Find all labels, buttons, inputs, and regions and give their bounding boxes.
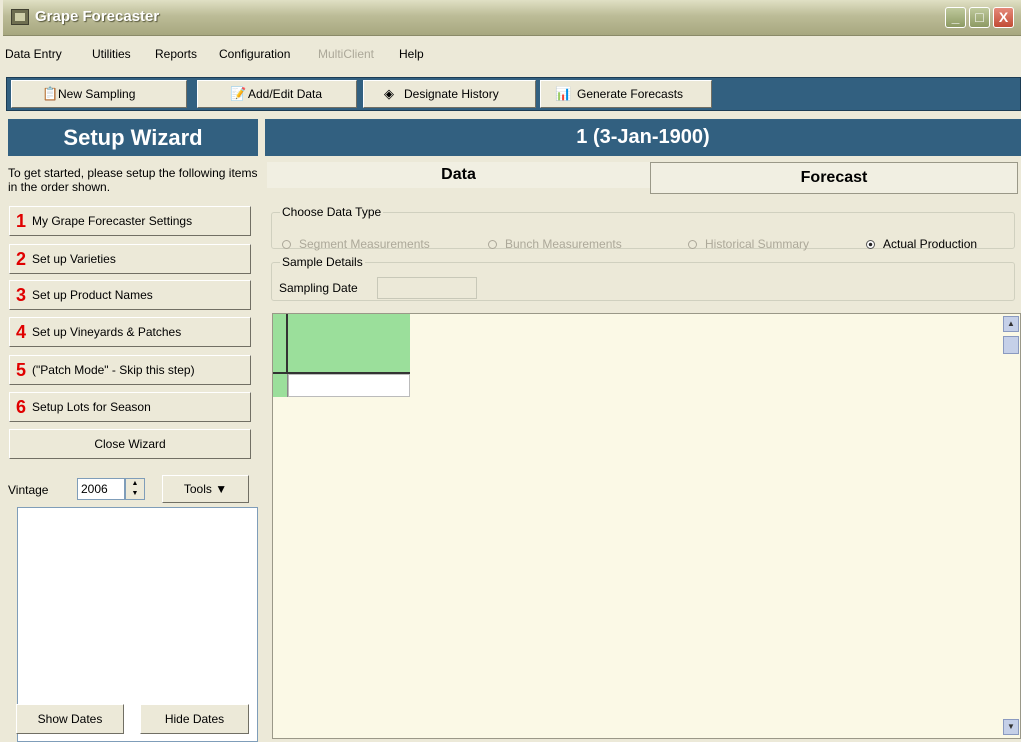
- forecast-icon: 📊: [555, 86, 572, 101]
- add-edit-data-label: Add/Edit Data: [248, 87, 323, 101]
- menu-utilities[interactable]: Utilities: [92, 47, 131, 61]
- window-title: Grape Forecaster: [35, 8, 160, 25]
- data-type-legend: Choose Data Type: [282, 205, 382, 219]
- wizard-step-4[interactable]: 4 Set up Vineyards & Patches: [9, 317, 251, 347]
- scroll-up-button[interactable]: ▲: [1003, 316, 1019, 332]
- scroll-down-button[interactable]: ▼: [1003, 719, 1019, 735]
- vintage-input[interactable]: 2006: [77, 478, 125, 500]
- menu-data-entry[interactable]: Data Entry: [5, 47, 62, 61]
- sample-details-legend: Sample Details: [282, 255, 363, 269]
- wizard-step-2[interactable]: 2 Set up Varieties: [9, 244, 251, 274]
- generate-forecasts-button[interactable]: 📊 Generate Forecasts: [540, 80, 712, 108]
- menu-reports[interactable]: Reports: [155, 47, 197, 61]
- tab-forecast[interactable]: Forecast: [650, 162, 1018, 194]
- data-grid[interactable]: ▲ ▼: [272, 313, 1021, 739]
- sampling-date-label: Sampling Date: [279, 281, 358, 295]
- minimize-button[interactable]: _: [945, 7, 966, 28]
- sampling-date-input[interactable]: [377, 277, 477, 299]
- tools-dropdown-button[interactable]: Tools ▼: [162, 475, 249, 503]
- radio-historical-summary[interactable]: Historical Summary: [688, 237, 809, 251]
- step-label: My Grape Forecaster Settings: [32, 214, 193, 228]
- new-sampling-button[interactable]: 📋 New Sampling: [11, 80, 187, 108]
- step-number: 2: [16, 249, 27, 269]
- step-label: Setup Lots for Season: [32, 400, 151, 414]
- show-dates-button[interactable]: Show Dates: [16, 704, 124, 734]
- data-type-group: Choose Data Type Segment Measurements Bu…: [271, 205, 1015, 251]
- designate-history-button[interactable]: ◈ Designate History: [363, 80, 536, 108]
- close-wizard-button[interactable]: Close Wizard: [9, 429, 251, 459]
- step-label: Set up Vineyards & Patches: [32, 325, 182, 339]
- main-panel: 1 (3-Jan-1900) Data Forecast Choose Data…: [265, 119, 1021, 742]
- wizard-step-1[interactable]: 1 My Grape Forecaster Settings: [9, 206, 251, 236]
- step-number: 3: [16, 285, 27, 305]
- menu-help[interactable]: Help: [399, 47, 424, 61]
- grid-cell[interactable]: [288, 374, 410, 397]
- scrollbar-thumb[interactable]: [1003, 336, 1019, 354]
- wizard-intro: To get started, please setup the followi…: [8, 166, 258, 194]
- wizard-step-6[interactable]: 6 Setup Lots for Season: [9, 392, 251, 422]
- step-number: 1: [16, 211, 27, 231]
- new-sampling-label: New Sampling: [58, 87, 136, 101]
- setup-wizard-panel: Setup Wizard To get started, please setu…: [6, 119, 258, 742]
- hide-dates-button[interactable]: Hide Dates: [140, 704, 249, 734]
- vintage-spinner[interactable]: ▲ ▼: [125, 478, 145, 500]
- diamond-icon: ◈: [384, 86, 394, 101]
- radio-dot: [282, 240, 291, 249]
- add-edit-data-button[interactable]: 📝 Add/Edit Data: [197, 80, 357, 108]
- step-label: ("Patch Mode" - Skip this step): [32, 363, 195, 377]
- radio-label: Bunch Measurements: [505, 237, 622, 251]
- step-label: Set up Varieties: [32, 252, 116, 266]
- menu-multiclient[interactable]: MultiClient: [318, 47, 374, 61]
- toolbar: 📋 New Sampling 📝 Add/Edit Data ◈ Designa…: [6, 77, 1021, 111]
- radio-dot: [688, 240, 697, 249]
- grid-corner-cell[interactable]: [273, 314, 288, 374]
- vintage-label: Vintage: [8, 483, 49, 497]
- title-bar[interactable]: Grape Forecaster _ □ X: [3, 0, 1021, 36]
- edit-icon: 📝: [230, 86, 247, 101]
- maximize-button[interactable]: □: [969, 7, 990, 28]
- wizard-step-5[interactable]: 5 ("Patch Mode" - Skip this step): [9, 355, 251, 385]
- radio-dot: [866, 240, 875, 249]
- step-number: 6: [16, 397, 27, 417]
- menu-configuration[interactable]: Configuration: [219, 47, 290, 61]
- radio-label: Actual Production: [883, 237, 978, 251]
- wizard-step-3[interactable]: 3 Set up Product Names: [9, 280, 251, 310]
- grid-column-header[interactable]: [288, 314, 410, 374]
- app-icon: [11, 9, 29, 25]
- radio-actual-production[interactable]: Actual Production: [866, 237, 977, 251]
- radio-dot: [488, 240, 497, 249]
- app-window: Grape Forecaster _ □ X Data Entry Utilit…: [3, 0, 1021, 742]
- tab-data[interactable]: Data: [267, 162, 650, 188]
- menu-bar: Data Entry Utilities Reports Configurati…: [3, 42, 1021, 62]
- generate-forecasts-label: Generate Forecasts: [577, 87, 684, 101]
- grid-row-header[interactable]: [273, 374, 288, 397]
- radio-label: Historical Summary: [705, 237, 810, 251]
- wizard-title: Setup Wizard: [8, 119, 258, 156]
- step-number: 4: [16, 322, 27, 342]
- radio-label: Segment Measurements: [299, 237, 430, 251]
- clipboard-icon: 📋: [42, 86, 59, 101]
- designate-history-label: Designate History: [404, 87, 499, 101]
- step-label: Set up Product Names: [32, 288, 153, 302]
- radio-bunch-measurements[interactable]: Bunch Measurements: [488, 237, 622, 251]
- radio-segment-measurements[interactable]: Segment Measurements: [282, 237, 430, 251]
- close-button[interactable]: X: [993, 7, 1014, 28]
- step-number: 5: [16, 360, 27, 380]
- sample-title: 1 (3-Jan-1900): [265, 119, 1021, 156]
